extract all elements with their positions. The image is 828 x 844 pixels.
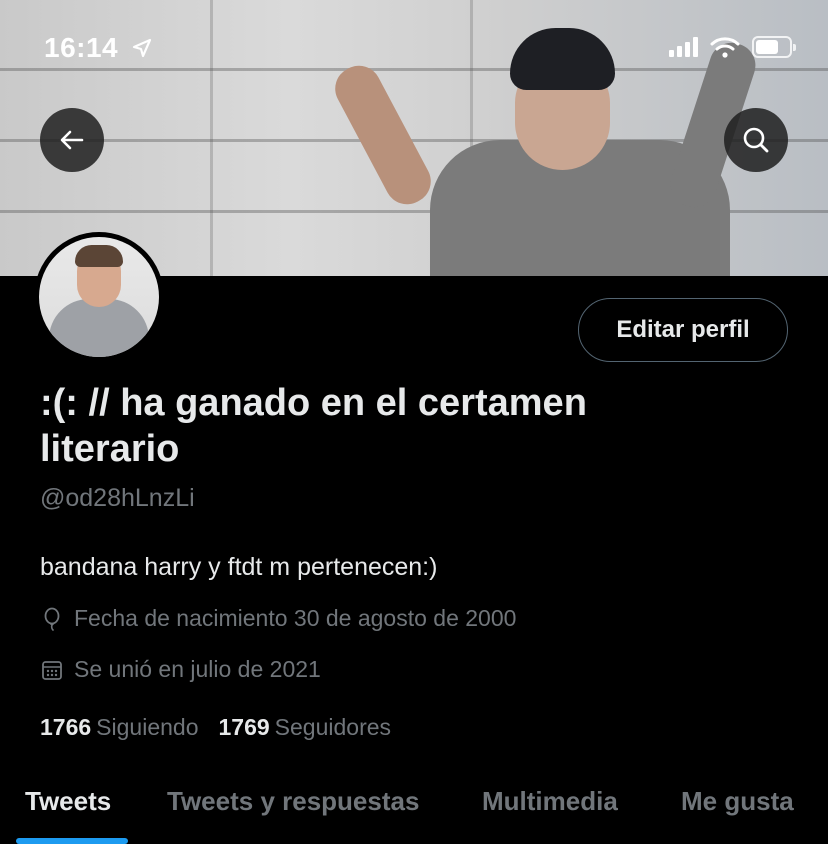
tab-media[interactable]: Multimedia xyxy=(482,786,618,817)
username-handle: @od28hLnzLi xyxy=(40,484,195,512)
follow-stats: 1766 Siguiendo 1769 Seguidores xyxy=(40,714,391,741)
profile-bio: bandana harry y ftdt m pertenecen:) xyxy=(40,553,438,581)
followers-count: 1769 xyxy=(218,714,270,740)
active-tab-indicator xyxy=(16,838,128,844)
following-count: 1766 xyxy=(40,714,92,740)
joined-date-text: Se unió en julio de 2021 xyxy=(74,656,321,682)
battery-icon xyxy=(752,36,796,58)
edit-profile-button[interactable]: Editar perfil xyxy=(578,298,788,362)
banner-figure-arm xyxy=(327,57,439,213)
banner-wall-detail xyxy=(210,0,213,276)
avatar[interactable] xyxy=(34,232,164,362)
birthdate-text: Fecha de nacimiento 30 de agosto de 2000 xyxy=(74,605,517,631)
birthdate-row: Fecha de nacimiento 30 de agosto de 2000 xyxy=(40,605,516,632)
followers-label: Seguidores xyxy=(274,714,392,740)
following-label: Siguiendo xyxy=(96,714,199,740)
search-button[interactable] xyxy=(724,108,788,172)
arrow-left-icon xyxy=(60,130,84,150)
profile-tabs: Tweets Tweets y respuestas Multimedia Me… xyxy=(0,768,828,844)
calendar-icon xyxy=(42,660,62,680)
status-time-text: 16:14 xyxy=(44,32,119,63)
back-button[interactable] xyxy=(40,108,104,172)
tab-likes[interactable]: Me gusta xyxy=(681,786,794,817)
tab-tweets[interactable]: Tweets xyxy=(25,786,111,817)
followers-link[interactable]: 1769 Seguidores xyxy=(218,714,391,741)
status-bar-time: 16:14 xyxy=(44,32,152,64)
avatar-photo xyxy=(39,237,159,357)
cellular-signal-icon xyxy=(669,37,698,57)
following-link[interactable]: 1766 Siguiendo xyxy=(40,714,198,741)
search-icon xyxy=(743,127,769,153)
tab-tweets-and-replies[interactable]: Tweets y respuestas xyxy=(167,786,419,817)
balloon-icon xyxy=(44,607,60,631)
wifi-icon xyxy=(710,37,740,58)
location-arrow-icon xyxy=(133,38,152,58)
banner-figure-beanie xyxy=(510,28,615,90)
display-name: :(: // ha ganado en el certamen literari… xyxy=(40,382,587,470)
status-bar-indicators xyxy=(669,36,796,58)
joined-date-row: Se unió en julio de 2021 xyxy=(40,656,321,683)
